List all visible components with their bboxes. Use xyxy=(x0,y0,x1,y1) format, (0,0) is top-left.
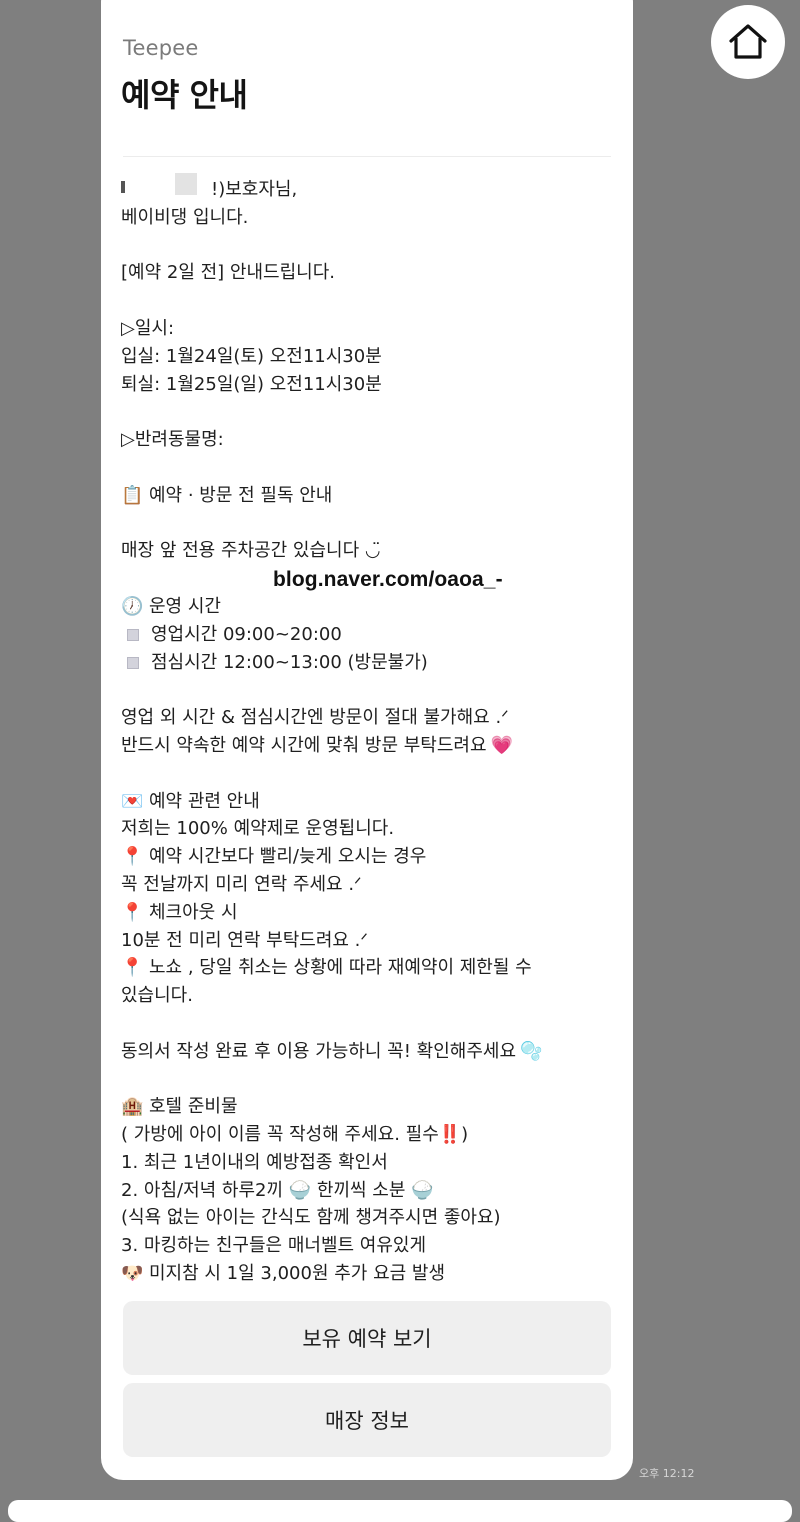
message-line-text: 있습니다. xyxy=(121,985,193,1007)
message-line: 🏨 호텔 준비물 xyxy=(121,1093,621,1121)
message-line: ▫️ 영업시간 09:00~20:00 xyxy=(121,621,621,649)
message-line xyxy=(121,232,621,260)
bullet-square-icon: ▫️ xyxy=(127,656,139,669)
message-line-text: 퇴실: 1월25일(일) 오전11시30분 xyxy=(121,373,382,395)
message-line-text: 예약 관련 안내 xyxy=(149,790,260,812)
bullet-square-icon: ▫️ xyxy=(127,628,139,641)
message-line-text: ▷반려동물명: xyxy=(121,429,224,451)
message-body: !)보호자님, 베이비댕 입니다. [예약 2일 전] 안내드립니다. ▷일시: 입실… xyxy=(121,176,621,1288)
message-card: Teepee 예약 안내 !)보호자님, 베이비댕 입니다. [예약 2일 전] … xyxy=(101,0,633,1480)
message-line-text: 꼭 전날까지 미리 연락 주세요 .ᐟ xyxy=(121,873,362,895)
message-line: 퇴실: 1월25일(일) 오전11시30분 xyxy=(121,371,621,399)
message-line-text: 동의서 작성 완료 후 이용 가능하니 꼭! 확인해주세요 xyxy=(121,1040,517,1062)
message-line-text: (식욕 없는 아이는 간식도 함께 챙겨주시면 좋아요) xyxy=(121,1207,501,1229)
watermark: blog.naver.com/oaoa_- xyxy=(273,568,503,591)
message-line: (식욕 없는 아이는 간식도 함께 챙겨주시면 좋아요) xyxy=(121,1204,621,1232)
message-line: 📍 체크아웃 시 xyxy=(121,899,621,927)
emoji-icon: 🏨 xyxy=(121,1096,144,1118)
message-line-text: 영업 외 시간 & 점심시간엔 방문이 절대 불가해요 .ᐟ xyxy=(121,707,509,729)
message-line xyxy=(121,1010,621,1038)
emoji-icon: 🕖 xyxy=(121,595,144,617)
message-line: ( 가방에 아이 이름 꼭 작성해 주세요. 필수‼️) xyxy=(121,1121,621,1149)
message-line-text: 운영 시간 xyxy=(149,595,221,617)
message-line-text: 10분 전 미리 연락 부탁드려요 .ᐟ xyxy=(121,929,369,951)
message-line-text: ( 가방에 아이 이름 꼭 작성해 주세요. 필수‼️) xyxy=(121,1124,469,1146)
message-line: 📍 예약 시간보다 빨리/늦게 오시는 경우 xyxy=(121,843,621,871)
message-line: 📋 예약 · 방문 전 필독 안내 xyxy=(121,482,621,510)
message-line-text: 3. 마킹하는 친구들은 매너벨트 여유있게 xyxy=(121,1235,427,1257)
emoji-icon: 💌 xyxy=(121,790,144,812)
message-line: 🐶 미지참 시 1일 3,000원 추가 요금 발생 xyxy=(121,1260,621,1288)
message-line: 10분 전 미리 연락 부탁드려요 .ᐟ xyxy=(121,927,621,955)
emoji-icon: 📋 xyxy=(121,484,144,506)
message-line xyxy=(121,510,621,538)
message-line: 💌 예약 관련 안내 xyxy=(121,788,621,816)
message-line: 베이비댕 입니다. xyxy=(121,204,621,232)
message-line-text: 예약 시간보다 빨리/늦게 오시는 경우 xyxy=(149,846,427,868)
message-line: [예약 2일 전] 안내드립니다. xyxy=(121,259,621,287)
input-bar-edge xyxy=(8,1500,792,1522)
message-line: 반드시 약속한 예약 시간에 맞춰 방문 부탁드려요 💗 xyxy=(121,732,621,760)
divider xyxy=(123,156,611,157)
message-line-text: 반드시 약속한 예약 시간에 맞춰 방문 부탁드려요 xyxy=(121,734,487,756)
message-line: 📍 노쇼 , 당일 취소는 상황에 따라 재예약이 제한될 수 xyxy=(121,954,621,982)
message-timestamp: 오후 12:12 xyxy=(639,1467,695,1480)
message-line: 있습니다. xyxy=(121,982,621,1010)
message-line-text: ▷일시: xyxy=(121,317,175,339)
message-line-text: 베이비댕 입니다. xyxy=(121,206,249,228)
home-icon xyxy=(729,24,767,59)
home-button[interactable] xyxy=(711,5,785,79)
message-line: 1. 최근 1년이내의 예방접종 확인서 xyxy=(121,1149,621,1177)
message-line: 동의서 작성 완료 후 이용 가능하니 꼭! 확인해주세요 🫧 xyxy=(121,1038,621,1066)
message-line: 3. 마킹하는 친구들은 매너벨트 여유있게 xyxy=(121,1232,621,1260)
message-line xyxy=(121,454,621,482)
message-line-text: 입실: 1월24일(토) 오전11시30분 xyxy=(121,345,382,367)
emoji-icon: 🫧 xyxy=(520,1040,543,1062)
message-line-text: 예약 · 방문 전 필독 안내 xyxy=(149,484,333,506)
emoji-icon: 💗 xyxy=(490,734,513,756)
page-title: 예약 안내 xyxy=(121,76,248,114)
message-line: 꼭 전날까지 미리 연락 주세요 .ᐟ xyxy=(121,871,621,899)
message-line xyxy=(121,287,621,315)
message-line: ▷일시: xyxy=(121,315,621,343)
message-line-text: 2. 아침/저녁 하루2끼 🍚 한끼씩 소분 🍚 xyxy=(121,1179,434,1201)
message-line: 🕖 운영 시간 xyxy=(121,593,621,621)
message-line: 매장 앞 전용 주차공간 있습니다 ◡̈ xyxy=(121,537,621,565)
store-info-button[interactable]: 매장 정보 xyxy=(123,1383,611,1457)
message-line-text: 1. 최근 1년이내의 예방접종 확인서 xyxy=(121,1151,388,1173)
message-line-text: 영업시간 09:00~20:00 xyxy=(151,623,342,645)
message-line-text: 호텔 준비물 xyxy=(149,1096,238,1118)
view-reservations-button[interactable]: 보유 예약 보기 xyxy=(123,1301,611,1375)
message-line xyxy=(121,398,621,426)
message-line-text: 점심시간 12:00~13:00 (방문불가) xyxy=(151,651,428,673)
message-line xyxy=(121,676,621,704)
emoji-icon: 📍 xyxy=(121,846,144,868)
message-line-text: 체크아웃 시 xyxy=(149,901,238,923)
message-line: 2. 아침/저녁 하루2끼 🍚 한끼씩 소분 🍚 xyxy=(121,1177,621,1205)
message-line-text: 매장 앞 전용 주차공간 있습니다 ◡̈ xyxy=(121,540,381,562)
message-line: 입실: 1월24일(토) 오전11시30분 xyxy=(121,343,621,371)
greeting-line: !)보호자님, xyxy=(211,179,298,200)
message-line xyxy=(121,1066,621,1094)
message-line-text: 노쇼 , 당일 취소는 상황에 따라 재예약이 제한될 수 xyxy=(149,957,532,979)
message-line: 저희는 100% 예약제로 운영됩니다. xyxy=(121,815,621,843)
emoji-icon: 📍 xyxy=(121,901,144,923)
message-line xyxy=(121,760,621,788)
emoji-icon: 🐶 xyxy=(121,1263,144,1285)
message-line-text: [예약 2일 전] 안내드립니다. xyxy=(121,262,335,284)
message-line: ▫️ 점심시간 12:00~13:00 (방문불가) xyxy=(121,649,621,677)
brand-label: Teepee xyxy=(123,36,199,60)
message-line: ▷반려동물명: xyxy=(121,426,621,454)
message-line: 영업 외 시간 & 점심시간엔 방문이 절대 불가해요 .ᐟ xyxy=(121,704,621,732)
emoji-icon: 📍 xyxy=(121,957,144,979)
message-line-text: 미지참 시 1일 3,000원 추가 요금 발생 xyxy=(149,1263,446,1285)
message-line-text: 저희는 100% 예약제로 운영됩니다. xyxy=(121,818,395,840)
message-lines: 베이비댕 입니다. [예약 2일 전] 안내드립니다. ▷일시: 입실: 1월24일(… xyxy=(121,204,621,1288)
